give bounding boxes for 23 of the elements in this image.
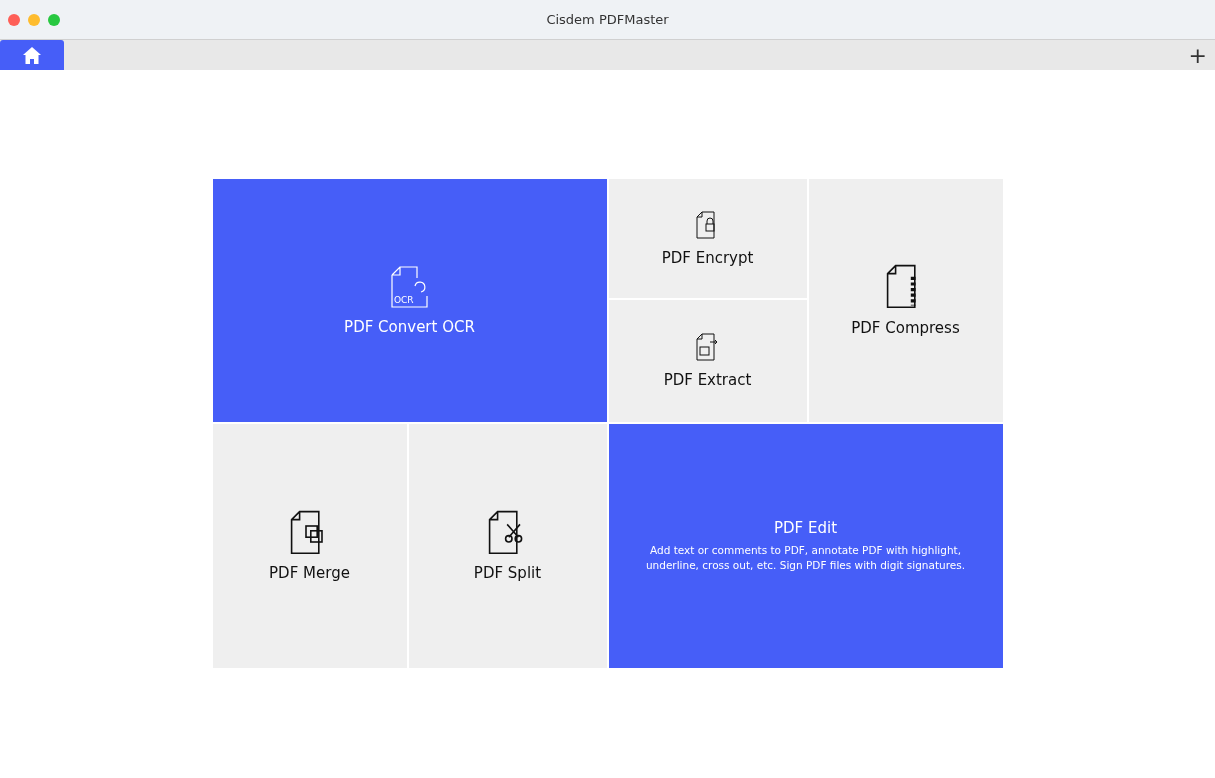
- tile-title: PDF Extract: [663, 371, 752, 389]
- tool-tile[interactable]: PDF Edit Add text or comments to PDF, annotate PDF with highlight, underline, cross out, etc. Sign PDF files with digit signatures.: [608, 424, 1003, 668]
- tile-title: PDF Convert OCR: [344, 317, 475, 336]
- tile-title: PDF Edit: [773, 519, 837, 537]
- tile-description: Add text or comments to PDF, annotate PDF with highlight, underline, cross out, etc. Sign PDF files with digit signatures.: [644, 543, 967, 573]
- tool-tile[interactable]: OCR PDF Convert OCR: [212, 179, 607, 422]
- tile-title: PDF Merge: [269, 564, 350, 583]
- tool-tile[interactable]: PDF Split: [408, 424, 607, 668]
- tool-tile[interactable]: PDF Compress: [808, 179, 1003, 422]
- tile-title: PDF Compress: [851, 318, 960, 337]
- tile-title: PDF Split: [473, 564, 542, 583]
- zoom-icon[interactable]: [48, 13, 60, 26]
- window-title: Cisdem PDFMaster: [546, 12, 669, 27]
- home-icon: [23, 46, 41, 64]
- tile-title: PDF Encrypt: [661, 248, 754, 267]
- tool-tile[interactable]: PDF Merge: [212, 424, 407, 668]
- tool-tile[interactable]: PDF Encrypt: [608, 179, 807, 298]
- image-extract-document-icon: [695, 333, 720, 361]
- tool-tile[interactable]: PDF Extract: [608, 300, 807, 422]
- home-tab[interactable]: [0, 40, 64, 70]
- close-icon[interactable]: [8, 13, 20, 26]
- new-tab-button[interactable]: +: [1180, 40, 1215, 70]
- minimize-icon[interactable]: [28, 13, 40, 26]
